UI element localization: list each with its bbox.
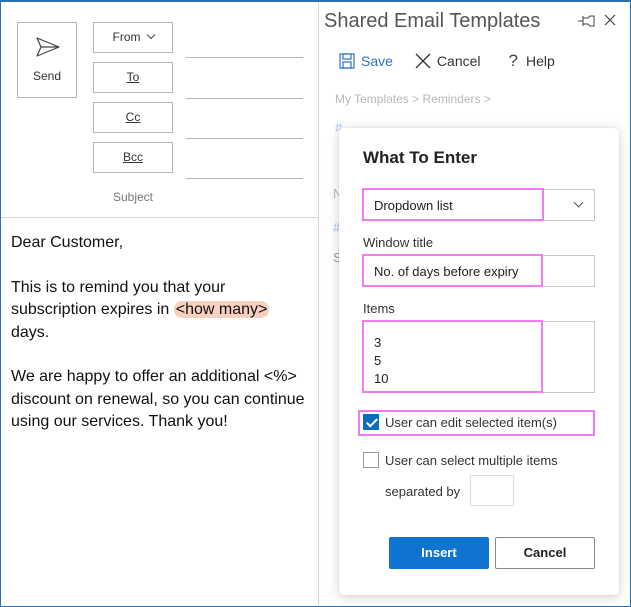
from-button[interactable]: From	[93, 22, 173, 53]
cancel-icon	[415, 53, 431, 69]
placeholder-how-many[interactable]: <how many>	[173, 301, 270, 318]
greeting: Dear Customer,	[11, 234, 124, 251]
item-value: 5	[374, 353, 382, 368]
cc-field[interactable]	[186, 138, 303, 139]
body-paragraph-1: This is to remind you that your subscrip…	[11, 277, 311, 345]
close-icon[interactable]	[604, 14, 616, 26]
cc-button[interactable]: Cc	[93, 102, 173, 133]
what-to-enter-dialog: What To Enter Dropdown list Window title…	[339, 128, 619, 595]
subject-label: Subject	[112, 190, 154, 204]
select-multiple-label: User can select multiple items	[385, 452, 558, 468]
window-title-input[interactable]: No. of days before expiry	[363, 255, 595, 287]
compose-header: Send From To Cc Bcc Subject	[1, 2, 318, 218]
save-button[interactable]: Save	[339, 53, 393, 69]
send-icon	[36, 37, 60, 57]
chevron-down-icon	[146, 30, 155, 40]
edit-selected-checkbox[interactable]	[363, 414, 379, 430]
edit-selected-checkbox-row[interactable]: User can edit selected item(s)	[363, 414, 557, 430]
select-multiple-checkbox-row[interactable]: User can select multiple items	[363, 452, 558, 468]
to-label: To	[126, 70, 140, 84]
select-multiple-checkbox[interactable]	[363, 452, 379, 468]
send-button[interactable]: Send	[17, 22, 77, 98]
save-label: Save	[361, 53, 393, 69]
insert-button[interactable]: Insert	[389, 537, 489, 569]
dialog-title: What To Enter	[363, 148, 477, 167]
message-body[interactable]: Dear Customer, This is to remind you tha…	[11, 232, 311, 456]
body-paragraph-2: We are happy to offer an additional <%> …	[11, 368, 305, 430]
pane-title: Shared Email Templates	[324, 10, 541, 32]
pin-icon[interactable]	[578, 15, 596, 27]
para1-text-end: days.	[11, 323, 50, 341]
bcc-label: Bcc	[122, 150, 143, 164]
save-icon	[339, 53, 355, 69]
item-value: 3	[374, 335, 382, 350]
edit-selected-label: User can edit selected item(s)	[385, 414, 557, 430]
cancel-toolbar-button[interactable]: Cancel	[415, 53, 481, 69]
items-label: Items	[363, 301, 395, 316]
toolbar: Save Cancel ? Help	[339, 50, 577, 72]
cancel-button[interactable]: Cancel	[495, 537, 595, 569]
cc-label: Cc	[125, 110, 141, 124]
help-icon: ?	[508, 51, 518, 70]
cancel-label: Cancel	[436, 53, 481, 69]
from-label: From	[112, 30, 141, 44]
separated-by-label: separated by	[385, 484, 461, 499]
window-title-label: Window title	[363, 235, 434, 250]
to-field[interactable]	[186, 98, 303, 99]
from-field[interactable]	[186, 57, 303, 58]
bcc-field[interactable]	[186, 178, 303, 179]
help-button[interactable]: ? Help	[503, 51, 555, 71]
item-value: 10	[374, 371, 389, 386]
help-label: Help	[525, 53, 555, 69]
items-textarea[interactable]: 3 5 10	[363, 321, 595, 393]
type-select[interactable]: Dropdown list	[363, 189, 595, 221]
send-label: Send	[32, 69, 62, 83]
to-button[interactable]: To	[93, 62, 173, 93]
breadcrumb[interactable]: My Templates > Reminders >	[335, 92, 491, 106]
separator-input[interactable]	[470, 475, 514, 506]
bcc-button[interactable]: Bcc	[93, 142, 173, 173]
compose-pane: Send From To Cc Bcc Subject Dear Custome…	[1, 2, 318, 605]
chevron-down-icon	[573, 197, 584, 208]
type-select-value: Dropdown list	[374, 198, 453, 213]
